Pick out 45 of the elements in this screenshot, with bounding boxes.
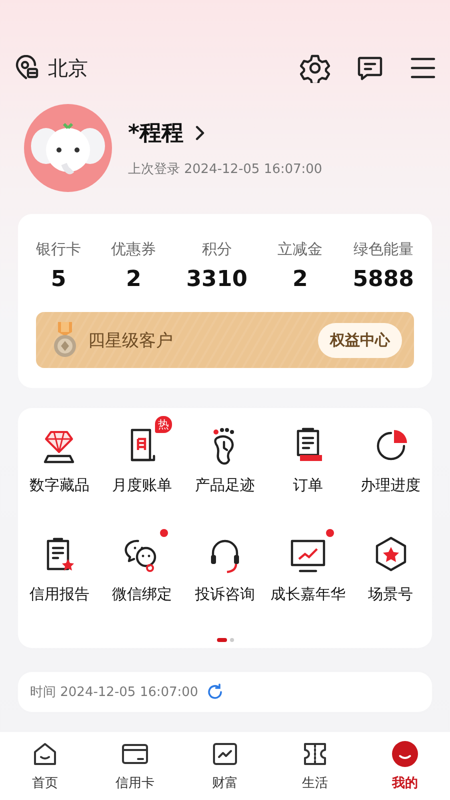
- ticket-icon: [301, 740, 329, 768]
- stat-value[interactable]: 5: [50, 267, 66, 292]
- page-indicator-dot[interactable]: [230, 638, 234, 642]
- hot-badge: 热: [155, 416, 172, 433]
- stat-value[interactable]: 5888: [352, 267, 414, 292]
- stat-value[interactable]: 2: [292, 267, 308, 292]
- stat-label[interactable]: 优惠券: [111, 240, 156, 259]
- benefits-center-button[interactable]: 权益中心: [318, 322, 402, 358]
- member-level-text: 四星级客户: [88, 330, 174, 352]
- home-icon: [31, 740, 59, 768]
- service-shortcut[interactable]: 场景号: [349, 523, 432, 604]
- tab[interactable]: 首页: [15, 740, 75, 792]
- profile-name-link[interactable]: *程程: [128, 118, 322, 148]
- menu-icon[interactable]: [410, 55, 436, 81]
- line-chart-icon: [211, 740, 239, 768]
- service-shortcut[interactable]: 微信绑定: [100, 523, 184, 604]
- service-shortcut[interactable]: 信用报告: [18, 523, 101, 604]
- stat-value[interactable]: 2: [126, 267, 142, 292]
- service-shortcut[interactable]: 办理进度: [349, 414, 432, 495]
- time-text: 时间 2024-12-05 16:07:00: [30, 684, 198, 701]
- stat-label[interactable]: 绿色能量: [353, 240, 414, 259]
- location-pin-icon[interactable]: [14, 55, 40, 81]
- city-label[interactable]: 北京: [48, 54, 88, 82]
- stat-label[interactable]: 银行卡: [36, 240, 81, 259]
- stat-label[interactable]: 积分: [202, 240, 232, 259]
- membership-banner[interactable]: 四星级客户 权益中心: [36, 312, 414, 368]
- service-shortcut[interactable]: 成长嘉年华: [266, 523, 350, 604]
- last-login-text: 上次登录 2024-12-05 16:07:00: [128, 161, 322, 178]
- settings-icon[interactable]: [300, 53, 330, 83]
- service-shortcut[interactable]: 数字藏品: [18, 414, 101, 495]
- refresh-icon[interactable]: [206, 683, 224, 701]
- service-shortcut[interactable]: 订单: [266, 414, 350, 495]
- chevron-right-icon: [194, 125, 206, 141]
- service-shortcut[interactable]: 产品足迹: [184, 414, 266, 495]
- medal-icon: [52, 320, 78, 360]
- tab[interactable]: 生活: [285, 740, 345, 792]
- service-shortcut[interactable]: 热 月度账单: [100, 414, 184, 495]
- message-icon[interactable]: [356, 54, 384, 82]
- service-shortcut[interactable]: 投诉咨询: [184, 523, 266, 604]
- tab[interactable]: 财富: [195, 740, 255, 792]
- tab[interactable]: 我的: [375, 740, 435, 792]
- stat-value[interactable]: 3310: [186, 267, 248, 292]
- stat-label[interactable]: 立减金: [278, 240, 323, 259]
- smiley-icon: [391, 740, 419, 768]
- tab[interactable]: 信用卡: [105, 740, 165, 792]
